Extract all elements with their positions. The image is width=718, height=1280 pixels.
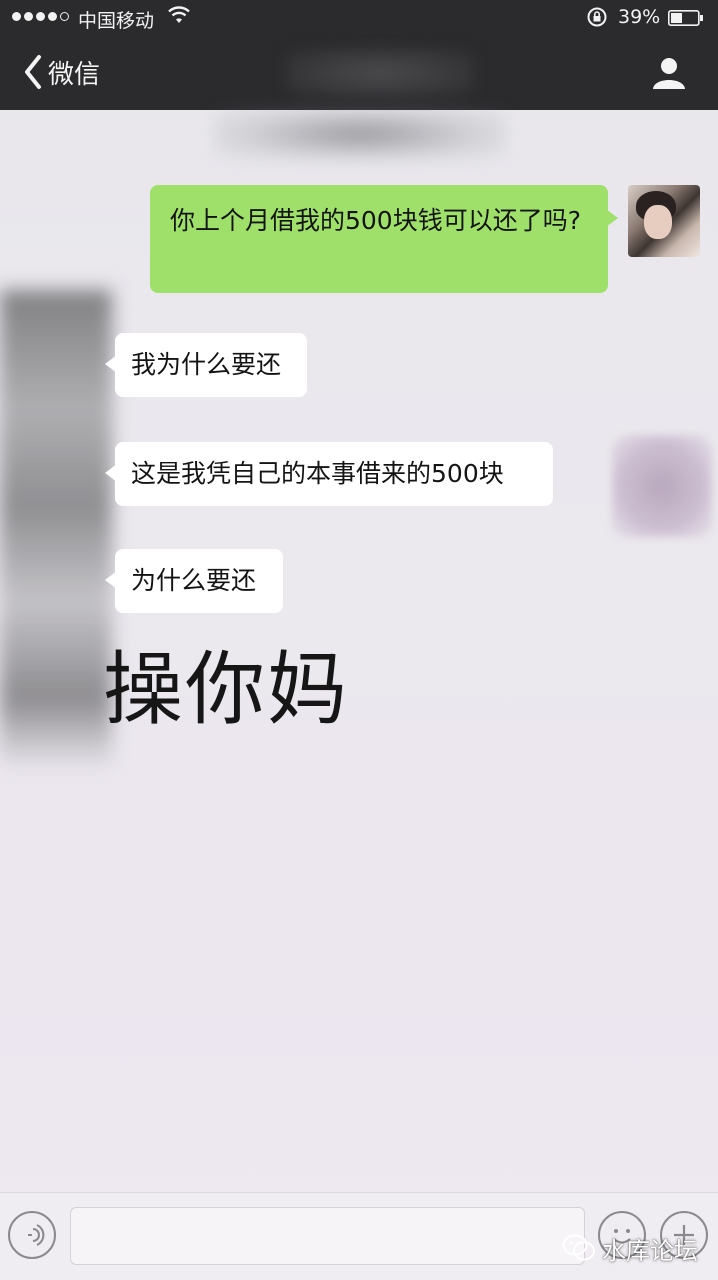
profile-icon[interactable] bbox=[650, 54, 688, 92]
watermark: 水库论坛 bbox=[562, 1232, 698, 1265]
censored-smear bbox=[215, 108, 505, 160]
carrier-label: 中国移动 bbox=[78, 10, 155, 32]
sent-message-bubble[interactable]: 你上个月借我的500块钱可以还了吗? bbox=[150, 185, 618, 293]
status-bar: 中国移动 39% bbox=[0, 0, 718, 36]
received-message-bubble[interactable]: 为什么要还 bbox=[105, 549, 283, 613]
received-message-bubble[interactable]: 我为什么要还 bbox=[105, 333, 307, 397]
signal-dots-icon bbox=[12, 12, 69, 21]
overlay-caption: 操你妈 bbox=[103, 643, 349, 736]
voice-button[interactable] bbox=[8, 1211, 56, 1259]
wechat-logo-icon bbox=[562, 1234, 595, 1261]
censored-avatar bbox=[612, 435, 712, 537]
battery-icon bbox=[668, 10, 703, 26]
back-button[interactable]: 微信 bbox=[22, 52, 100, 92]
censored-contact-name bbox=[285, 48, 475, 98]
battery-percent: 39% bbox=[618, 6, 661, 28]
nav-bar: 微信 bbox=[0, 36, 718, 110]
watermark-label: 水库论坛 bbox=[602, 1236, 698, 1265]
lock-rotation-icon bbox=[587, 7, 607, 27]
back-label: 微信 bbox=[48, 59, 101, 90]
voice-icon bbox=[28, 1224, 45, 1246]
censored-contact-avatar bbox=[0, 290, 112, 770]
back-chevron-icon bbox=[25, 55, 41, 89]
received-message-bubble[interactable]: 这是我凭自己的本事借来的500块 bbox=[105, 442, 553, 506]
wifi-icon bbox=[168, 6, 190, 23]
my-avatar[interactable] bbox=[628, 185, 700, 257]
message-input[interactable] bbox=[70, 1207, 585, 1265]
chat-screen: 中国移动 39% 微信 你上个月借我的500块钱可以还了吗? 我为什么要还 这是… bbox=[0, 0, 718, 1280]
